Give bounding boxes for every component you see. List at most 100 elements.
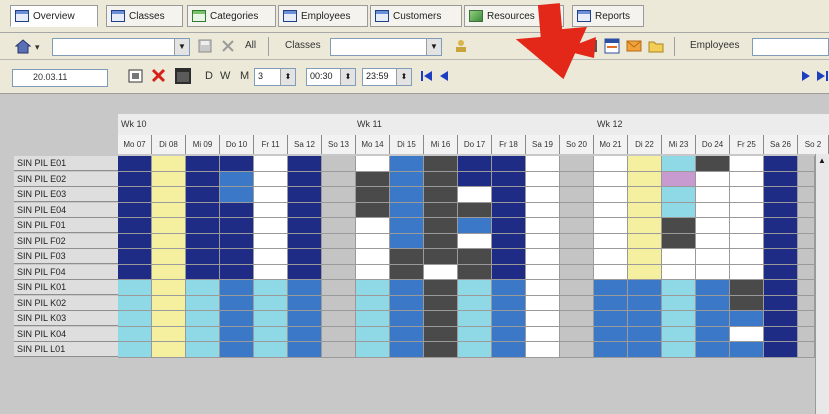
resource-row-label[interactable]: SIN PIL K02 [14, 295, 118, 311]
schedule-cell[interactable] [356, 280, 390, 296]
view-week-button[interactable]: W [220, 70, 230, 82]
schedule-cell[interactable] [288, 326, 322, 342]
schedule-cell[interactable] [492, 156, 526, 172]
schedule-cell[interactable] [220, 187, 254, 203]
schedule-cell[interactable] [628, 249, 662, 265]
calendar-picker-button[interactable] [128, 68, 144, 84]
schedule-cell[interactable] [390, 218, 424, 234]
schedule-cell[interactable] [186, 218, 220, 234]
schedule-cell[interactable] [220, 264, 254, 280]
schedule-cell[interactable] [560, 187, 594, 203]
schedule-cell[interactable] [594, 202, 628, 218]
first-page-button[interactable] [420, 69, 434, 83]
schedule-cell[interactable] [390, 187, 424, 203]
schedule-cell[interactable] [798, 202, 815, 218]
schedule-cell[interactable] [730, 342, 764, 358]
schedule-cell[interactable] [492, 326, 526, 342]
schedule-cell[interactable] [288, 218, 322, 234]
schedule-cell[interactable] [288, 311, 322, 327]
schedule-cell[interactable] [492, 202, 526, 218]
schedule-cell[interactable] [594, 233, 628, 249]
schedule-cell[interactable] [152, 171, 186, 187]
resource-row-label[interactable]: SIN PIL K04 [14, 326, 118, 342]
stepper-icon[interactable]: ⬍ [396, 69, 411, 85]
schedule-cell[interactable] [764, 280, 798, 296]
schedule-cell[interactable] [186, 187, 220, 203]
schedule-cell[interactable] [152, 249, 186, 265]
schedule-cell[interactable] [798, 187, 815, 203]
schedule-cell[interactable] [730, 233, 764, 249]
schedule-cell[interactable] [594, 311, 628, 327]
schedule-cell[interactable] [288, 171, 322, 187]
schedule-cell[interactable] [560, 264, 594, 280]
schedule-cell[interactable] [288, 202, 322, 218]
schedule-cell[interactable] [764, 264, 798, 280]
schedule-cell[interactable] [560, 342, 594, 358]
stepper-icon[interactable]: ⬍ [340, 69, 355, 85]
schedule-cell[interactable] [186, 264, 220, 280]
schedule-cell[interactable] [186, 202, 220, 218]
schedule-cell[interactable] [390, 202, 424, 218]
schedule-cell[interactable] [356, 171, 390, 187]
schedule-cell[interactable] [696, 264, 730, 280]
schedule-cell[interactable] [696, 156, 730, 172]
schedule-cell[interactable] [662, 171, 696, 187]
schedule-cell[interactable] [594, 326, 628, 342]
schedule-cell[interactable] [118, 171, 152, 187]
schedule-cell[interactable] [356, 187, 390, 203]
schedule-cell[interactable] [220, 171, 254, 187]
schedule-cell[interactable] [628, 233, 662, 249]
schedule-cell[interactable] [254, 233, 288, 249]
schedule-cell[interactable] [628, 171, 662, 187]
schedule-cell[interactable] [798, 264, 815, 280]
schedule-cell[interactable] [730, 311, 764, 327]
delete-button[interactable] [221, 39, 235, 53]
schedule-cell[interactable] [696, 280, 730, 296]
tab-customers[interactable]: Customers [370, 5, 462, 27]
schedule-cell[interactable] [560, 156, 594, 172]
resource-row-label[interactable]: SIN PIL F02 [14, 233, 118, 249]
schedule-cell[interactable] [696, 311, 730, 327]
schedule-cell[interactable] [220, 233, 254, 249]
schedule-cell[interactable] [254, 326, 288, 342]
schedule-cell[interactable] [662, 187, 696, 203]
schedule-cell[interactable] [526, 295, 560, 311]
schedule-cell[interactable] [152, 156, 186, 172]
schedule-cell[interactable] [390, 233, 424, 249]
schedule-cell[interactable] [118, 295, 152, 311]
schedule-cell[interactable] [594, 171, 628, 187]
schedule-cell[interactable] [118, 156, 152, 172]
schedule-cell[interactable] [152, 295, 186, 311]
schedule-cell[interactable] [458, 326, 492, 342]
month-view-button[interactable] [174, 67, 192, 85]
schedule-cell[interactable] [254, 202, 288, 218]
schedule-cell[interactable] [696, 233, 730, 249]
schedule-cell[interactable] [356, 295, 390, 311]
schedule-cell[interactable] [458, 280, 492, 296]
schedule-cell[interactable] [458, 233, 492, 249]
schedule-cell[interactable] [594, 249, 628, 265]
schedule-cell[interactable] [628, 295, 662, 311]
schedule-cell[interactable] [798, 233, 815, 249]
schedule-cell[interactable] [390, 295, 424, 311]
resource-row-label[interactable]: SIN PIL F03 [14, 249, 118, 264]
schedule-cell[interactable] [186, 171, 220, 187]
schedule-cell[interactable] [390, 156, 424, 172]
tab-reports[interactable]: Reports [572, 5, 644, 27]
schedule-cell[interactable] [628, 187, 662, 203]
schedule-cell[interactable] [560, 326, 594, 342]
schedule-cell[interactable] [798, 342, 815, 358]
delete-date-button[interactable] [151, 68, 167, 84]
schedule-cell[interactable] [730, 326, 764, 342]
schedule-cell[interactable] [424, 264, 458, 280]
schedule-cell[interactable] [560, 295, 594, 311]
schedule-cell[interactable] [662, 342, 696, 358]
schedule-cell[interactable] [798, 156, 815, 172]
schedule-cell[interactable] [764, 156, 798, 172]
schedule-cell[interactable] [220, 156, 254, 172]
schedule-cell[interactable] [458, 156, 492, 172]
schedule-cell[interactable] [492, 218, 526, 234]
schedule-cell[interactable] [390, 171, 424, 187]
schedule-cell[interactable] [322, 218, 356, 234]
schedule-cell[interactable] [356, 249, 390, 265]
